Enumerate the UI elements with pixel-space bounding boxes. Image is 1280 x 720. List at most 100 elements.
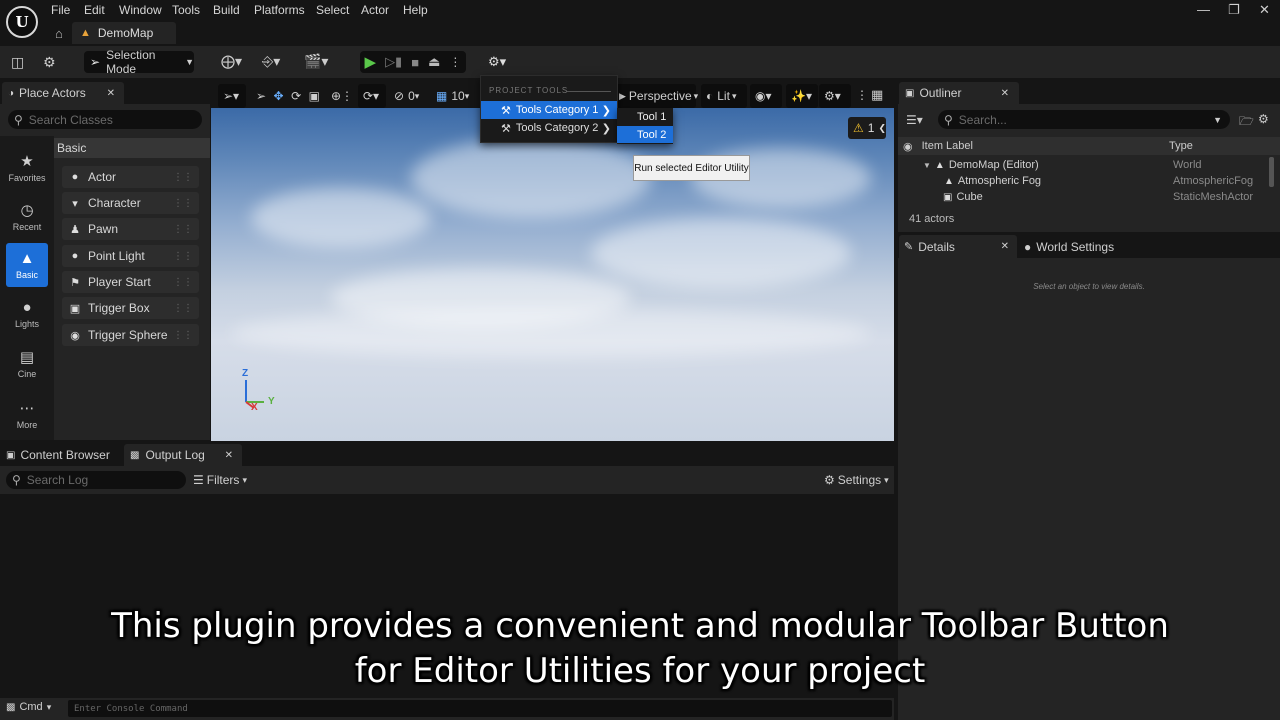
show-flags-dropdown[interactable]: ◉▾ (750, 84, 782, 108)
tab-output-log[interactable]: ▩ Output Log ✕ (124, 444, 242, 466)
outliner-scrollbar[interactable] (1269, 157, 1274, 187)
level-viewport[interactable] (211, 108, 894, 441)
menu-platforms[interactable]: Platforms (254, 3, 305, 17)
selection-mode-button[interactable]: ➢ Selection Mode ▼ (84, 48, 194, 76)
category-cine[interactable]: ▤ Cine (6, 341, 48, 385)
actor-item-player-start[interactable]: ⚑ Player Start ⋮⋮ (62, 271, 199, 293)
menu-edit[interactable]: Edit (84, 3, 105, 17)
close-window-icon[interactable]: ✕ (1259, 2, 1270, 18)
save-icon[interactable]: ◫ (11, 54, 24, 71)
menu-item-tools-category-2[interactable]: ⚒ Tools Category 2 ❯ (481, 119, 617, 137)
actor-item-trigger-box[interactable]: ▣ Trigger Box ⋮⋮ (62, 297, 199, 319)
close-tab-icon[interactable]: ✕ (225, 450, 233, 461)
transform-dropdown[interactable]: ➢▾ (218, 84, 246, 108)
effects-dropdown[interactable]: ✨▾ (786, 84, 818, 108)
project-tools-menu: PROJECT TOOLS ⚒ Tools Category 1 ❯ ⚒ Too… (480, 75, 618, 143)
menu-item-tools-category-1[interactable]: ⚒ Tools Category 1 ❯ (481, 101, 617, 119)
outliner-row-cube[interactable]: ▣ Cube StaticMeshActor (898, 189, 1280, 205)
play-icon[interactable]: ▶ (365, 53, 377, 71)
menu-tools[interactable]: Tools (172, 3, 200, 17)
tab-world-settings[interactable]: ● World Settings (1021, 235, 1145, 258)
cmd-dropdown[interactable]: ▩ Cmd ▾ (6, 701, 51, 713)
move-icon[interactable]: ✥ (274, 89, 284, 103)
actor-label: Player Start (88, 275, 151, 289)
category-lights[interactable]: ● Lights (6, 292, 48, 336)
menu-select[interactable]: Select (316, 3, 349, 17)
actor-item-character[interactable]: ▾ Character ⋮⋮ (62, 192, 199, 214)
outliner-row-atmospheric-fog[interactable]: ▲ Atmospheric Fog AtmosphericFog (898, 173, 1280, 189)
outliner-row-demomap[interactable]: ▼ ▲ DemoMap (Editor) World (898, 157, 1280, 173)
menu-help[interactable]: Help (403, 3, 428, 17)
expand-icon[interactable]: ▼ (923, 161, 931, 170)
tab-content-browser-label: Content Browser (20, 448, 110, 462)
tab-place-actors[interactable]: ◑ Place Actors ✕ (2, 82, 124, 104)
category-more[interactable]: ⋯ More (6, 392, 48, 436)
menu-file[interactable]: File (51, 3, 70, 17)
source-control-icon[interactable]: ⚙ (43, 54, 56, 71)
select-icon[interactable]: ➢ (256, 89, 266, 103)
lit-dropdown[interactable]: ◐ Lit ▾ (701, 84, 747, 108)
filter-icon: ☰ (193, 473, 204, 487)
stop-icon[interactable]: ■ (411, 55, 419, 70)
filters-dropdown[interactable]: ☰ Filters ▾ (193, 473, 247, 487)
eject-icon[interactable]: ⏏ (428, 54, 440, 70)
snap-icon: ⟳▾ (363, 89, 380, 103)
world-local-icon[interactable]: ⊕⋮ (331, 89, 353, 103)
menu-actor[interactable]: Actor (361, 3, 389, 17)
category-favorites[interactable]: ★ Favorites (6, 145, 48, 189)
more-options-icon[interactable]: ⋮ (449, 55, 461, 69)
menu-item-tool-2[interactable]: Tool 2 (617, 126, 673, 143)
visibility-icon[interactable]: ◉ (903, 140, 913, 153)
warning-badge[interactable]: ⚠ 1 ❮ (848, 117, 886, 139)
tab-details[interactable]: ✎ Details ✕ (899, 235, 1017, 258)
advance-frame-icon[interactable]: ▷▮ (385, 54, 402, 70)
grid-snap[interactable]: ▦ 10 ▾ (431, 84, 477, 108)
viewport-options-icon[interactable]: ⋮ (856, 88, 868, 102)
actor-item-actor[interactable]: ● Actor ⋮⋮ (62, 166, 199, 188)
minimize-icon[interactable]: — (1197, 2, 1210, 17)
menu-build[interactable]: Build (213, 3, 240, 17)
scale-icon[interactable]: ▣ (309, 89, 320, 103)
category-recent[interactable]: ◷ Recent (6, 194, 48, 238)
filter-icon[interactable]: ☰▾ (906, 113, 923, 127)
actor-item-pawn[interactable]: ♟ Pawn ⋮⋮ (62, 218, 199, 240)
category-basic[interactable]: ▲ Basic (6, 243, 48, 287)
blueprints-icon[interactable]: ⎆▾ (262, 53, 280, 70)
pencil-icon: ✎ (904, 241, 914, 253)
console-command-input[interactable]: Enter Console Command (68, 700, 892, 717)
editor-utility-toolbar-button[interactable]: ⚙▾ (488, 54, 506, 70)
tab-demomap[interactable]: ▲ DemoMap (72, 22, 176, 44)
sphere-wire-icon: ◉ (70, 329, 80, 342)
row-label: Cube (956, 191, 983, 203)
perspective-dropdown[interactable]: ▶ Perspective ▾ (614, 84, 698, 108)
layout-icon[interactable]: ▦ (871, 87, 883, 103)
unreal-logo-icon[interactable]: U (6, 6, 38, 38)
viewport-settings-dropdown[interactable]: ⚙▾ (819, 84, 851, 108)
close-tab-icon[interactable]: ✕ (1001, 241, 1009, 252)
surface-snap-dropdown[interactable]: ⟳▾ (358, 84, 386, 108)
settings-icon[interactable]: ⚙ (1258, 112, 1269, 126)
close-tab-icon[interactable]: ✕ (107, 88, 115, 99)
actor-item-trigger-sphere[interactable]: ◉ Trigger Sphere ⋮⋮ (62, 324, 199, 346)
restore-icon[interactable]: ❐ (1228, 2, 1240, 18)
tab-outliner[interactable]: ▣ Outliner ✕ (899, 82, 1019, 104)
actor-item-point-light[interactable]: ● Point Light ⋮⋮ (62, 245, 199, 267)
tab-content-browser[interactable]: ▣ Content Browser (2, 444, 120, 466)
cinematics-icon[interactable]: 🎬▾ (304, 53, 328, 70)
search-log-input[interactable]: ⚲ Search Log (6, 471, 186, 489)
rotation-snap[interactable]: ⊘ 0 ▾ (389, 84, 429, 108)
home-icon[interactable]: ⌂ (55, 26, 63, 41)
search-classes-input[interactable]: ⚲ Search Classes (8, 110, 202, 129)
wand-icon: ✨▾ (791, 89, 812, 103)
outliner-search-input[interactable]: ⚲ Search... ▼ (938, 110, 1230, 129)
menu-window[interactable]: Window (119, 3, 162, 17)
add-content-icon[interactable]: ⨁▾ (221, 53, 242, 70)
log-settings-dropdown[interactable]: ⚙ Settings ▾ (824, 473, 889, 487)
menu-item-tool-1[interactable]: Tool 1 (617, 108, 673, 126)
menu-item-label: Tools Category 1 (515, 104, 599, 116)
add-folder-icon[interactable]: 🗁 (1239, 112, 1254, 133)
rotate-icon[interactable]: ⟳ (291, 89, 301, 103)
column-type[interactable]: Type (1169, 140, 1193, 152)
column-item-label[interactable]: Item Label (922, 140, 973, 152)
close-tab-icon[interactable]: ✕ (1001, 88, 1009, 99)
